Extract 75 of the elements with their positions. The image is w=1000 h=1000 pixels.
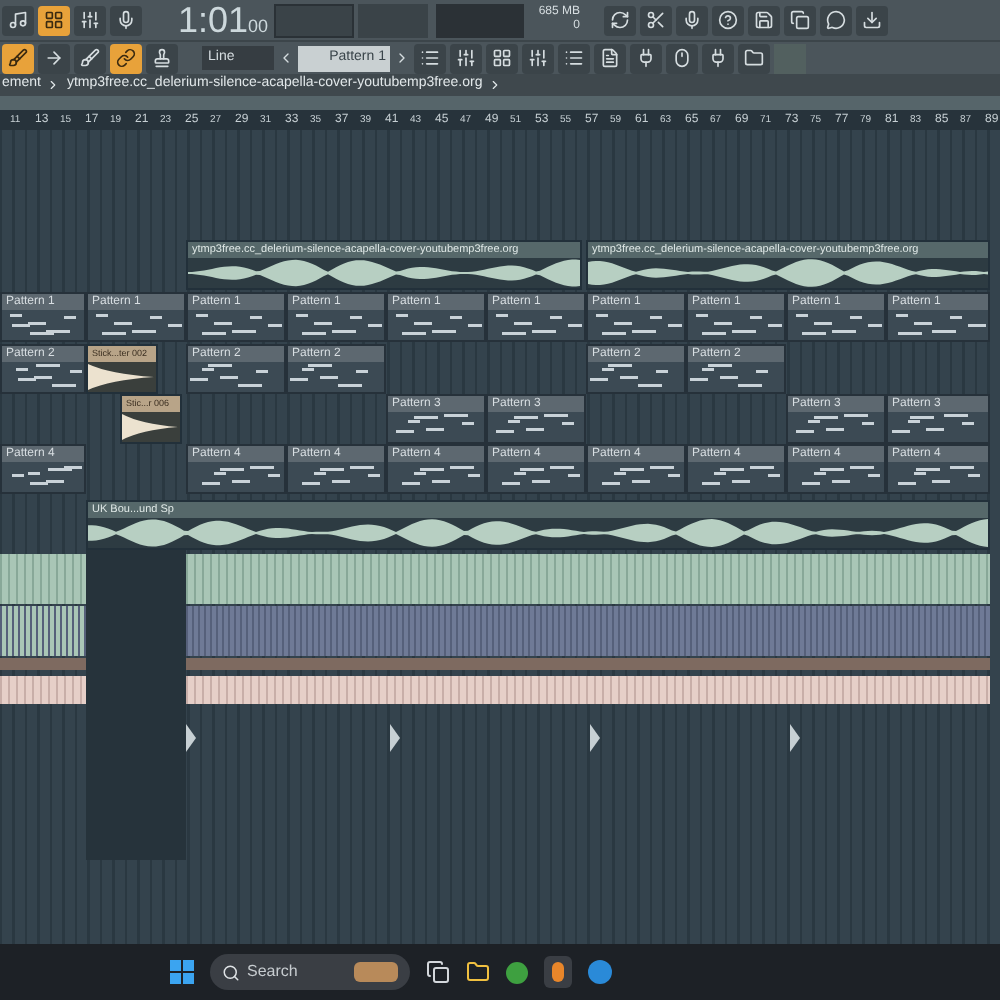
scissors-icon <box>646 10 666 30</box>
download-icon <box>862 10 882 30</box>
windows-logo-icon[interactable] <box>169 960 193 984</box>
toolbar-button[interactable] <box>74 43 106 73</box>
toolbar-button[interactable] <box>738 43 770 73</box>
chat-icon <box>826 10 846 30</box>
note-pattern-drawing <box>390 312 482 338</box>
arrow-icon <box>44 48 64 68</box>
toolbar-button[interactable] <box>640 5 672 35</box>
toolbar-button[interactable] <box>558 43 590 73</box>
toolbar-button[interactable] <box>676 5 708 35</box>
chevron-icon <box>46 78 61 92</box>
toolbar-button[interactable] <box>38 43 70 73</box>
marker-icon[interactable] <box>790 724 800 752</box>
plugin-icon <box>708 48 728 68</box>
link-toggle[interactable] <box>110 43 142 73</box>
previous-icon[interactable] <box>278 50 294 66</box>
next-icon[interactable] <box>394 50 410 66</box>
toolbar-button[interactable] <box>666 43 698 73</box>
snap-toggle[interactable] <box>38 5 70 35</box>
toolbar-button[interactable] <box>748 5 780 35</box>
toolbar-button[interactable] <box>414 43 446 73</box>
toolbar-button[interactable] <box>486 43 518 73</box>
toolbar-button[interactable] <box>702 43 734 73</box>
note-pattern-drawing <box>290 312 382 338</box>
toolbar-button[interactable] <box>630 43 662 73</box>
toolbar-button[interactable] <box>712 5 744 35</box>
audio-clip-waveform <box>0 554 86 604</box>
toolbar-button[interactable] <box>2 5 34 35</box>
playlist-icon <box>420 48 440 68</box>
toolbar-button[interactable] <box>450 43 482 73</box>
audio-clip-waveform <box>0 606 86 656</box>
toolbar-button[interactable] <box>146 43 178 73</box>
note-pattern-drawing <box>4 312 82 338</box>
search-icon <box>221 963 239 981</box>
toolbar-button[interactable] <box>74 5 106 35</box>
note-pattern-drawing <box>490 312 582 338</box>
automation-clip <box>0 658 86 670</box>
note-pattern-drawing <box>590 312 682 338</box>
search-field[interactable]: Search <box>209 954 409 990</box>
toolbar-button[interactable] <box>594 43 626 73</box>
channel-rack-icon <box>492 48 512 68</box>
mixer-icon <box>528 48 548 68</box>
plug-icon <box>636 48 656 68</box>
toolbar-button[interactable] <box>110 5 142 35</box>
toolbar-button[interactable] <box>604 5 636 35</box>
refresh-icon <box>610 10 630 30</box>
save-copy-icon <box>790 10 810 30</box>
save-icon <box>754 10 774 30</box>
toolbar-button[interactable] <box>784 5 816 35</box>
folder-icon <box>744 48 764 68</box>
file-icon <box>600 48 620 68</box>
note-pattern-drawing <box>890 312 986 338</box>
note-pattern-drawing <box>790 312 882 338</box>
marker-icon[interactable] <box>590 724 600 752</box>
time-ticks: 00 <box>248 14 269 38</box>
brush-icon <box>80 48 100 68</box>
toolbar-button[interactable] <box>2 43 34 73</box>
toolbar-button[interactable] <box>856 5 888 35</box>
time-display: 1:01 <box>178 2 249 38</box>
folder-icon[interactable] <box>465 960 489 984</box>
task-view-icon[interactable] <box>425 960 449 984</box>
note-pattern-drawing <box>190 312 282 338</box>
microphone-icon <box>682 10 702 30</box>
promo-icon <box>353 962 397 982</box>
note-pattern-drawing <box>690 312 782 338</box>
volume-panel <box>436 3 524 37</box>
chevron-icon <box>488 78 503 92</box>
note-pattern-drawing <box>90 312 182 338</box>
audio-clip-waveform <box>0 676 86 704</box>
toolbar-button[interactable] <box>820 5 852 35</box>
toolbar-button[interactable] <box>522 43 554 73</box>
fruit-app-icon[interactable] <box>543 956 571 988</box>
help-icon <box>718 10 738 30</box>
marker-icon[interactable] <box>390 724 400 752</box>
